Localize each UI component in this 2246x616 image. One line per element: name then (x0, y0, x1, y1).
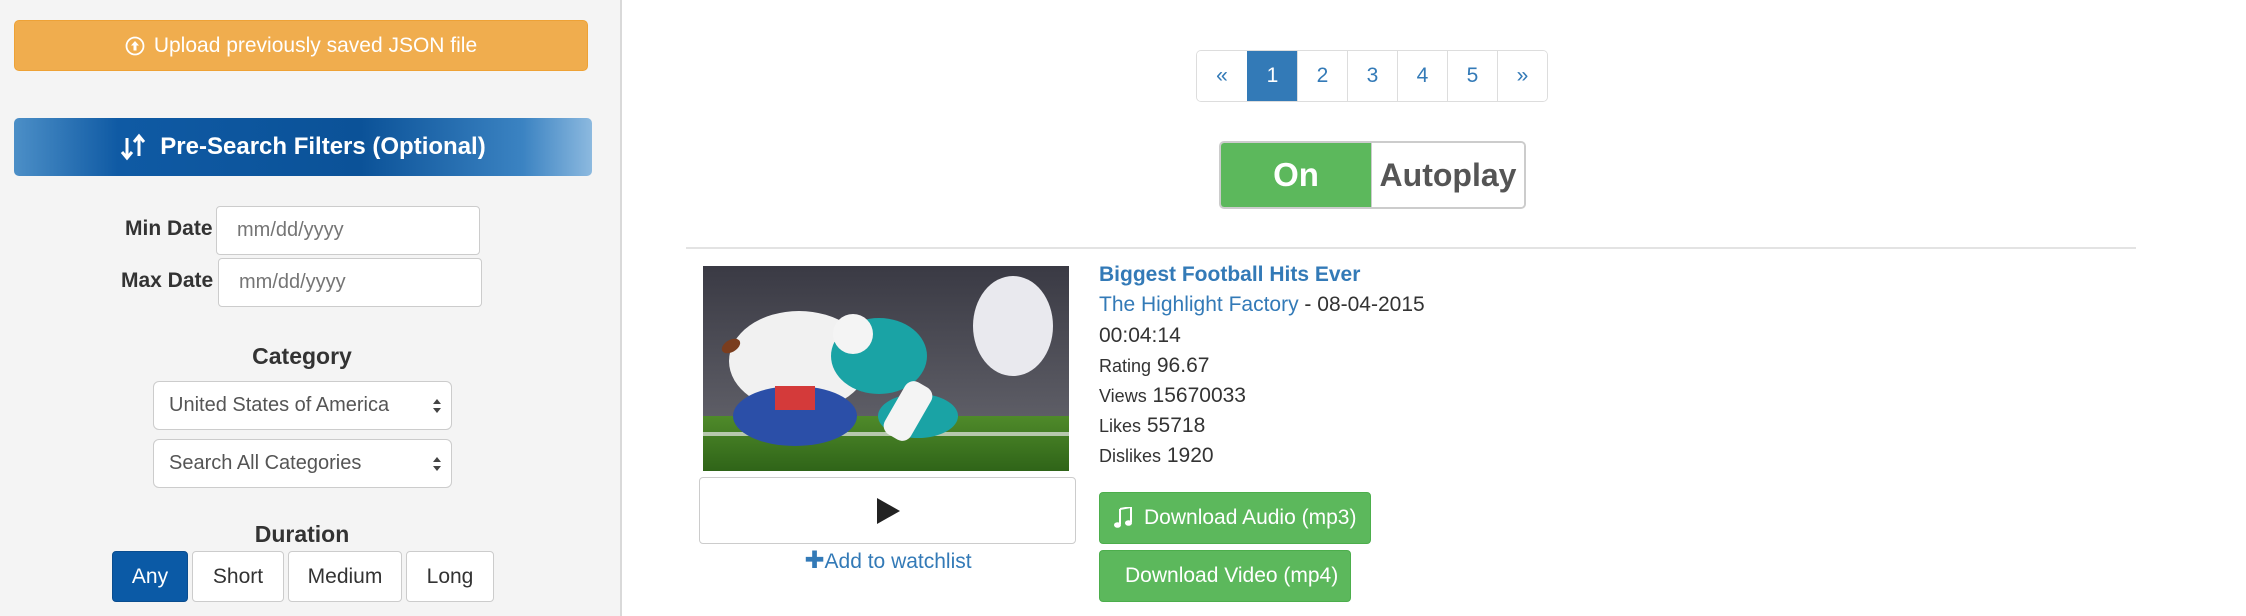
pagination-page-5[interactable]: 5 (1447, 51, 1497, 101)
autoplay-label[interactable]: Autoplay (1371, 143, 1524, 207)
category-title: Category (252, 343, 352, 369)
rating-label: Rating (1099, 356, 1152, 376)
video-thumbnail[interactable] (703, 266, 1069, 471)
pagination-page-4[interactable]: 4 (1397, 51, 1447, 101)
select-arrows-icon (433, 399, 441, 413)
rating-line: Rating 96.67 (1099, 354, 1209, 378)
results-divider (686, 247, 2136, 249)
dislikes-line: Dislikes 1920 (1099, 444, 1214, 468)
duration-long-button[interactable]: Long (406, 551, 494, 602)
views-label: Views (1099, 386, 1147, 406)
thumbnail-image (703, 266, 1069, 471)
min-date-label: Min Date (125, 217, 213, 240)
channel-date-line: The Highlight Factory - 08-04-2015 (1099, 293, 1425, 317)
category-select-value: Search All Categories (169, 452, 362, 474)
dislikes-label: Dislikes (1099, 446, 1162, 466)
upload-date: 08-04-2015 (1317, 293, 1425, 316)
views-line: Views 15670033 (1099, 384, 1246, 408)
download-video-label: Download Video (mp4) (1125, 564, 1339, 587)
sort-arrows-icon (121, 133, 146, 161)
channel-link[interactable]: The Highlight Factory (1099, 293, 1299, 316)
pre-search-sidebar: Upload previously saved JSON file Pre-Se… (0, 0, 622, 616)
rating-value: 96.67 (1156, 354, 1210, 377)
pre-search-filters-title: Pre-Search Filters (Optional) (160, 133, 486, 160)
pagination-page-3[interactable]: 3 (1347, 51, 1397, 101)
select-arrows-icon (433, 457, 441, 471)
pagination-page-1[interactable]: 1 (1247, 51, 1297, 101)
plus-icon: ✚ (804, 547, 825, 574)
region-select[interactable]: United States of America (153, 381, 452, 430)
play-video-button[interactable] (699, 477, 1076, 544)
dislikes-value: 1920 (1166, 444, 1214, 467)
upload-json-label: Upload previously saved JSON file (153, 33, 478, 57)
duration-short-button[interactable]: Short (192, 551, 284, 602)
max-date-label: Max Date (121, 269, 214, 292)
pagination-page-2[interactable]: 2 (1297, 51, 1347, 101)
play-icon (876, 497, 900, 524)
video-duration: 00:04:14 (1099, 324, 1181, 347)
download-video-button[interactable]: Download Video (mp4) (1099, 550, 1351, 602)
channel-date-separator: - (1298, 293, 1318, 316)
views-value: 15670033 (1152, 384, 1246, 407)
add-to-watchlist-label: Add to watchlist (824, 550, 972, 573)
min-date-input[interactable] (216, 206, 480, 255)
upload-json-button[interactable]: Upload previously saved JSON file (14, 20, 588, 71)
download-audio-label: Download Audio (mp3) (1144, 506, 1357, 529)
duration-medium-button[interactable]: Medium (288, 551, 402, 602)
video-title[interactable]: Biggest Football Hits Ever (1099, 263, 1360, 287)
region-select-value: United States of America (169, 394, 390, 416)
category-select[interactable]: Search All Categories (153, 439, 452, 488)
duration-any-button[interactable]: Any (112, 551, 188, 602)
music-note-icon (1114, 507, 1132, 528)
autoplay-toggle[interactable]: On Autoplay (1219, 141, 1526, 209)
likes-line: Likes 55718 (1099, 414, 1205, 438)
autoplay-state[interactable]: On (1221, 143, 1371, 207)
circle-arrow-up-icon (125, 36, 145, 55)
likes-value: 55718 (1146, 414, 1206, 437)
pre-search-filters-header[interactable]: Pre-Search Filters (Optional) (14, 118, 592, 176)
pagination-prev[interactable]: « (1197, 51, 1247, 101)
max-date-input[interactable] (218, 258, 482, 307)
duration-title: Duration (254, 521, 350, 547)
likes-label: Likes (1099, 416, 1142, 436)
add-to-watchlist-link[interactable]: ✚Add to watchlist (700, 546, 1076, 575)
pagination-next[interactable]: » (1497, 51, 1547, 101)
pagination: « 1 2 3 4 5 » (1196, 50, 1548, 102)
download-audio-button[interactable]: Download Audio (mp3) (1099, 492, 1371, 544)
